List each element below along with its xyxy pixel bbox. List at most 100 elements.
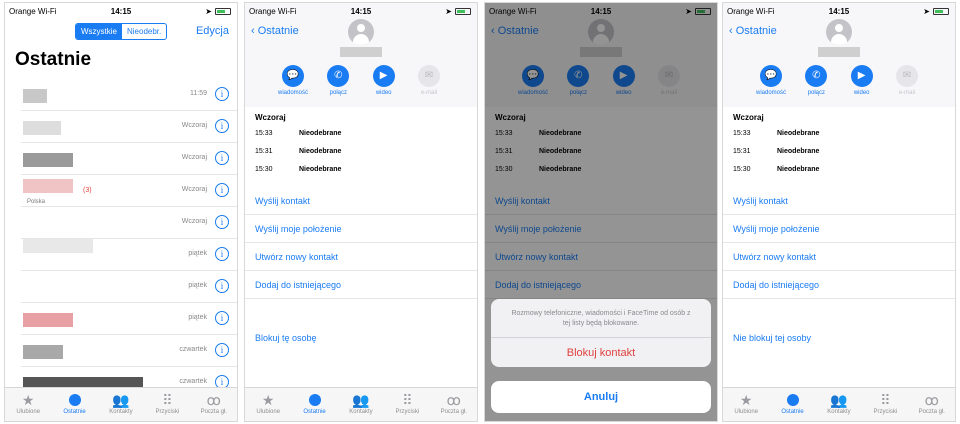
tab-voicemail[interactable]: ꝏ Poczta gł. [432,391,476,415]
clock-icon [771,391,815,409]
info-icon[interactable]: i [215,183,229,197]
unblock-caller-button[interactable]: Nie blokuj tej osoby [733,333,811,343]
phone-icon: ✆ [327,65,350,87]
list-item[interactable]: piątek i [21,271,237,303]
info-icon[interactable]: i [215,343,229,357]
info-icon[interactable]: i [215,247,229,261]
battery-icon [215,8,231,15]
back-button[interactable]: ‹ Ostatnie [251,25,299,37]
list-item[interactable]: (3) Polska Wczoraj i [21,175,237,207]
clock-icon [293,391,337,409]
create-contact-option[interactable]: Utwórz nowy kontakt [245,243,477,271]
location-icon: ➤ [923,7,930,16]
mail-icon: ✉ [895,65,918,87]
avatar [826,19,852,45]
tab-bar: ★ Ulubione Ostatnie 👥 Kontakty ⠿ Przyciski … [723,387,955,421]
tab-voicemail[interactable]: ꝏ Poczta gł. [910,391,954,415]
status-bar: Orange Wi-Fi 14:15 ➤ [5,3,237,21]
contact-name [340,47,382,57]
tab-bar: ★ Ulubione Ostatnie 👥 Kontakty ⠿ Przyciski … [5,387,237,421]
contact-options: Wyślij kontakt Wyślij moje położenie Utw… [245,187,477,299]
page-title: Ostatnie [15,49,92,70]
location-icon: ➤ [445,7,452,16]
tab-keypad[interactable]: ⠿ Przyciski [385,391,429,415]
video-button[interactable]: ▶ wideo [366,65,402,96]
add-to-existing-option[interactable]: Dodaj do istniejącego [723,271,955,299]
list-item[interactable]: piątek i [21,239,237,271]
sheet-message: Rozmowy telefoniczne, wiadomości i FaceT… [511,310,691,327]
call-button[interactable]: ✆ połącz [320,65,356,96]
info-icon[interactable]: i [215,311,229,325]
recents-screen: Orange Wi-Fi 14:15 ➤ Wszystkie Nieodebr.… [4,2,238,422]
contacts-icon: 👥 [352,392,370,408]
email-button: ✉ e-mail [889,65,925,96]
info-icon[interactable]: i [215,151,229,165]
block-caller-button[interactable]: Blokuj tę osobę [255,333,317,343]
contacts-icon: 👥 [830,392,848,408]
info-icon[interactable]: i [215,215,229,229]
action-buttons: 💬 wiadomość ✆ połącz ▶ wideo ✉ e-mail [275,65,447,96]
mail-icon: ✉ [417,65,440,87]
list-item[interactable]: piątek i [21,303,237,335]
video-icon: ▶ [372,65,395,87]
tab-missed-calls[interactable]: Nieodebr. [122,24,166,39]
video-icon: ▶ [850,65,873,87]
call-history: Wczoraj 15:33 Nieodebrane 15:31 Nieodebran… [733,113,945,182]
edit-button[interactable]: Edycja [196,25,229,37]
info-icon[interactable]: i [215,87,229,101]
back-button[interactable]: ‹ Ostatnie [729,25,777,37]
call-entry: 15:30 Nieodebrane [733,166,820,173]
share-location-option[interactable]: Wyślij moje położenie [245,215,477,243]
tab-contacts[interactable]: 👥 Kontakty [817,391,861,415]
create-contact-option[interactable]: Utwórz nowy kontakt [723,243,955,271]
tab-contacts[interactable]: 👥 Kontakty [339,391,383,415]
tab-recents[interactable]: Ostatnie [771,391,815,415]
star-icon: ★ [261,392,275,408]
battery-icon [455,8,471,15]
share-contact-option[interactable]: Wyślij kontakt [245,187,477,215]
email-button: ✉ e-mail [411,65,447,96]
video-button[interactable]: ▶ wideo [844,65,880,96]
message-button[interactable]: 💬 wiadomość [753,65,789,96]
star-icon: ★ [739,392,753,408]
missed-count: (3) [83,187,92,194]
call-entry: 15:31 Nieodebrane [733,148,820,155]
voicemail-icon: ꝏ [206,392,221,408]
info-icon[interactable]: i [215,279,229,293]
confirm-block-button[interactable]: Blokuj kontakt [491,337,711,367]
cancel-button[interactable]: Anuluj [491,381,711,413]
location-icon: ➤ [205,7,212,16]
tab-recents[interactable]: Ostatnie [53,391,97,415]
action-buttons: 💬 wiadomość ✆ połącz ▶ wideo ✉ e-mail [753,65,925,96]
list-item[interactable]: Wczoraj i [21,207,237,239]
tab-favorites[interactable]: ★ Ulubione [6,391,50,415]
call-entry: 15:33 Nieodebrane [255,130,342,137]
block-confirm-screen: Orange Wi-Fi 14:15 ➤ ‹ Ostatnie 💬 wiadomo… [484,2,718,422]
list-item[interactable]: Wczoraj i [21,143,237,175]
call-entry: 15:33 Nieodebrane [733,130,820,137]
tab-recents[interactable]: Ostatnie [293,391,337,415]
list-item[interactable]: Wczoraj i [21,111,237,143]
keypad-icon: ⠿ [880,392,891,408]
tab-favorites[interactable]: ★ Ulubione [724,391,768,415]
tab-voicemail[interactable]: ꝏ Poczta gł. [192,391,236,415]
tab-keypad[interactable]: ⠿ Przyciski [145,391,189,415]
list-item[interactable]: czwartek i [21,335,237,367]
contacts-icon: 👥 [112,392,130,408]
phone-icon: ✆ [805,65,828,87]
tab-all-calls[interactable]: Wszystkie [76,24,122,39]
recents-list: 11:59 i Wczoraj i Wczoraj i (3) Polska Wczora… [5,79,237,399]
add-to-existing-option[interactable]: Dodaj do istniejącego [245,271,477,299]
share-contact-option[interactable]: Wyślij kontakt [723,187,955,215]
tab-favorites[interactable]: ★ Ulubione [246,391,290,415]
message-icon: 💬 [760,65,782,87]
tab-contacts[interactable]: 👥 Kontakty [99,391,143,415]
info-icon[interactable]: i [215,119,229,133]
avatar [348,19,374,45]
share-location-option[interactable]: Wyślij moje położenie [723,215,955,243]
call-button[interactable]: ✆ połącz [798,65,834,96]
tab-keypad[interactable]: ⠿ Przyciski [863,391,907,415]
call-entry: 15:30 Nieodebrane [255,166,342,173]
message-button[interactable]: 💬 wiadomość [275,65,311,96]
list-item[interactable]: 11:59 i [21,79,237,111]
